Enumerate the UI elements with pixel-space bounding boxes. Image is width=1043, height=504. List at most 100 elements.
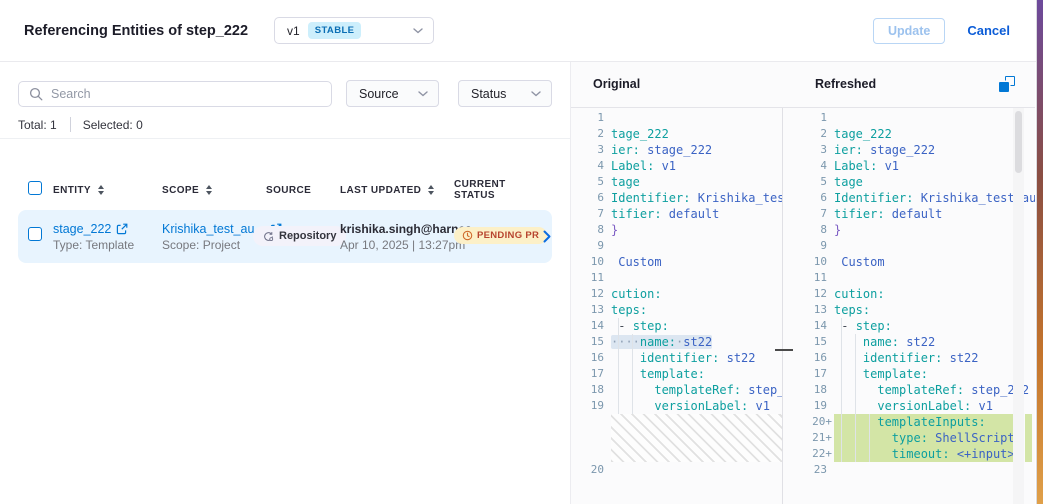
- entities-list-section: Source Status Total: 1 Selected: 0: [0, 62, 570, 504]
- indent-guide: [855, 334, 856, 462]
- original-code-lines: 12tage_2223ier: stage_2224Label: v15tage…: [571, 108, 782, 478]
- code-line: 23: [784, 462, 1035, 478]
- code-line: 22+ timeout: <+input>: [784, 446, 1035, 462]
- code-line: 12cution:: [571, 286, 782, 302]
- scope-cell: Krishika_test_au... Scope: Project: [162, 221, 257, 253]
- diff-hatch-filler: [611, 414, 782, 462]
- scrollbar-track[interactable]: [1013, 108, 1024, 504]
- code-line: 11: [571, 270, 782, 286]
- entity-link[interactable]: stage_222: [53, 221, 111, 237]
- code-line: 10 Custom: [784, 254, 1035, 270]
- chevron-down-icon: [418, 91, 428, 97]
- search-input[interactable]: [51, 87, 321, 101]
- source-badge: Repository: [253, 226, 346, 246]
- code-line: 3ier: stage_222: [571, 142, 782, 158]
- copy-icon[interactable]: [999, 76, 1015, 92]
- code-line: 12cution:: [784, 286, 1035, 302]
- original-code-panel: 12tage_2223ier: stage_2224Label: v15tage…: [571, 108, 783, 504]
- page-title: Referencing Entities of step_222: [24, 23, 248, 39]
- row-checkbox[interactable]: [28, 227, 42, 241]
- code-line: 15····name:·st22: [571, 334, 782, 350]
- source-filter-label: Source: [359, 87, 399, 101]
- indent-guide: [841, 318, 842, 462]
- refreshed-code-lines: 12tage_2223ier: stage_2224Label: v15tage…: [784, 108, 1035, 478]
- code-line: 8}: [784, 222, 1035, 238]
- code-line: 18 templateRef: step_222: [571, 382, 782, 398]
- cancel-button[interactable]: Cancel: [967, 23, 1010, 38]
- code-line: 2tage_222: [784, 126, 1035, 142]
- code-line: 8}: [571, 222, 782, 238]
- scope-link[interactable]: Krishika_test_au...: [162, 221, 265, 237]
- search-input-container: [18, 81, 332, 107]
- sort-icon: [428, 185, 434, 195]
- search-icon: [29, 87, 43, 101]
- selected-count: Selected: 0: [83, 118, 143, 132]
- column-header-scope[interactable]: SCOPE: [162, 185, 257, 196]
- scope-type: Scope: Project: [162, 237, 257, 253]
- code-line: 13teps:: [784, 302, 1035, 318]
- code-line: 1: [571, 110, 782, 126]
- chevron-down-icon: [413, 28, 423, 34]
- clock-icon: [462, 230, 473, 241]
- table-row[interactable]: stage_222 Type: Template Krishika_test_a…: [18, 210, 552, 263]
- indent-guide: [618, 318, 619, 414]
- column-header-last-updated[interactable]: LAST UPDATED: [340, 185, 454, 196]
- code-line: 20+ templateInputs:: [784, 414, 1035, 430]
- scrollbar-thumb[interactable]: [1015, 111, 1022, 173]
- code-line: 13teps:: [571, 302, 782, 318]
- code-line: 11: [784, 270, 1035, 286]
- code-line: 15 name: st22: [784, 334, 1035, 350]
- referencing-entities-modal: Referencing Entities of step_222 v1 STAB…: [0, 0, 1037, 504]
- code-line: 14 - step:: [571, 318, 782, 334]
- repository-sync-icon: [263, 231, 274, 242]
- overview-ruler-added-marker: [1025, 414, 1032, 462]
- code-line: 18 templateRef: step_222: [784, 382, 1035, 398]
- modal-header: Referencing Entities of step_222 v1 STAB…: [0, 0, 1036, 62]
- update-button[interactable]: Update: [873, 18, 945, 44]
- updated-by: krishika.singh@harnes...: [340, 221, 454, 237]
- sort-icon: [98, 185, 104, 195]
- code-line: 10 Custom: [571, 254, 782, 270]
- refreshed-panel-title: Refreshed: [815, 77, 876, 91]
- code-line: 7tifier: default: [784, 206, 1035, 222]
- status-filter-label: Status: [471, 87, 506, 101]
- diff-section: Original Refreshed 12tage_2223ier: stage…: [570, 62, 1035, 504]
- column-header-source: SOURCE: [257, 185, 340, 196]
- last-updated-cell: krishika.singh@harnes... Apr 10, 2025 | …: [340, 221, 454, 253]
- table-header: ENTITY SCOPE SOURCE LAST UPDATED CURRENT…: [18, 179, 552, 199]
- code-line: 20: [571, 462, 782, 478]
- total-count: Total: 1: [18, 118, 57, 132]
- column-header-current-status: CURRENT STATUS: [454, 179, 534, 201]
- code-line: 21+ type: ShellScript: [784, 430, 1035, 446]
- code-line: 19 versionLabel: v1: [784, 398, 1035, 414]
- code-line: 16 identifier: st22: [784, 350, 1035, 366]
- totals-row: Total: 1 Selected: 0: [18, 117, 552, 132]
- column-header-entity[interactable]: ENTITY: [53, 185, 162, 196]
- updated-at: Apr 10, 2025 | 13:27pm: [340, 237, 454, 253]
- status-cell: PENDING PR: [454, 227, 534, 246]
- code-line: 14 - step:: [784, 318, 1035, 334]
- code-line: 4Label: v1: [571, 158, 782, 174]
- divider: [0, 138, 570, 139]
- code-line: 2tage_222: [571, 126, 782, 142]
- sort-icon: [206, 185, 212, 195]
- indent-guide: [869, 414, 870, 462]
- code-line: 5tage: [784, 174, 1035, 190]
- code-line: 16 identifier: st22: [571, 350, 782, 366]
- version-label: v1: [287, 24, 300, 38]
- entity-cell: stage_222 Type: Template: [53, 221, 162, 253]
- version-dropdown[interactable]: v1 STABLE: [274, 17, 434, 44]
- source-cell: Repository: [257, 226, 340, 247]
- code-line: 9: [571, 238, 782, 254]
- select-all-checkbox[interactable]: [28, 181, 42, 195]
- chevron-down-icon: [531, 91, 541, 97]
- external-link-icon[interactable]: [116, 223, 128, 235]
- original-panel-title: Original: [593, 77, 640, 91]
- refreshed-code-panel: 12tage_2223ier: stage_2224Label: v15tage…: [784, 108, 1035, 504]
- source-filter-dropdown[interactable]: Source: [346, 80, 439, 107]
- divider: [70, 117, 71, 132]
- code-line: 3ier: stage_222: [784, 142, 1035, 158]
- status-filter-dropdown[interactable]: Status: [458, 80, 552, 107]
- diff-header: Original Refreshed: [571, 62, 1035, 108]
- row-expand-chevron[interactable]: [534, 230, 560, 243]
